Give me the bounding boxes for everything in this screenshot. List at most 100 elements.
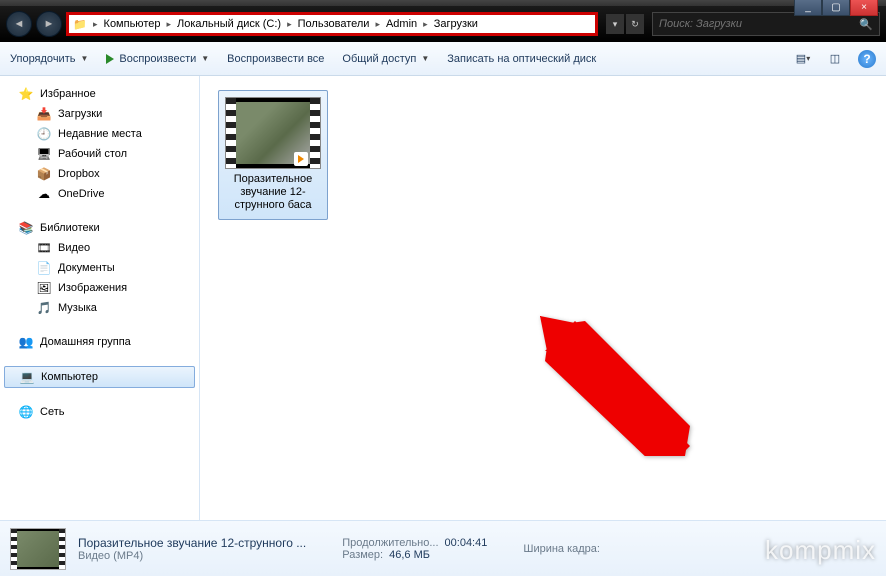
details-pane: Поразительное звучание 12-струнного ... … (0, 520, 886, 576)
play-label: Воспроизвести (119, 53, 196, 65)
sidebar-label: Избранное (40, 88, 96, 100)
sidebar-item-recent[interactable]: 🕘Недавние места (0, 124, 199, 144)
watermark: kompmix (765, 535, 876, 566)
play-icon (106, 54, 114, 64)
sidebar-network-header[interactable]: 🌐 Сеть (0, 402, 199, 422)
video-icon: 🎞 (36, 240, 52, 256)
sidebar-item-label: Изображения (58, 282, 127, 294)
titlebar: _ ▢ × (0, 0, 886, 6)
sidebar-item-label: Dropbox (58, 168, 100, 180)
organize-button[interactable]: Упорядочить ▼ (10, 53, 88, 65)
search-icon: 🔍 (859, 18, 873, 31)
sidebar-item-label: Рабочий стол (58, 148, 127, 160)
forward-button[interactable]: ► (36, 11, 62, 37)
breadcrumb-item[interactable]: Компьютер (102, 18, 163, 30)
sidebar-item-desktop[interactable]: 🖥 Рабочий стол (0, 144, 199, 164)
sidebar-label: Библиотеки (40, 222, 100, 234)
sidebar-item-pictures[interactable]: 🖼 Изображения (0, 278, 199, 298)
chevron-right-icon: ▸ (89, 19, 102, 30)
close-button[interactable]: × (850, 0, 878, 16)
sidebar-item-documents[interactable]: 📄Документы (0, 258, 199, 278)
sidebar-item-label: Загрузки (58, 108, 102, 120)
play-all-label: Воспроизвести все (227, 53, 324, 65)
details-thumbnail (10, 528, 66, 570)
share-button[interactable]: Общий доступ ▼ (342, 53, 429, 65)
details-title: Поразительное звучание 12-струнного ... (78, 536, 306, 550)
preview-pane-button[interactable]: ◫ (826, 50, 844, 68)
details-width-label: Ширина кадра: (523, 543, 600, 555)
sidebar-item-label: OneDrive (58, 188, 104, 200)
chevron-down-icon: ▼ (201, 54, 209, 63)
breadcrumb-item[interactable]: Пользователи (296, 18, 372, 30)
sidebar-item-label: Музыка (58, 302, 97, 314)
homegroup-icon: 👥 (18, 334, 34, 350)
sidebar-label: Компьютер (41, 371, 98, 383)
sidebar-item-label: Недавние места (58, 128, 142, 140)
refresh-button[interactable]: ↻ (626, 14, 644, 34)
sidebar-item-downloads[interactable]: 📥 Загрузки (0, 104, 199, 124)
navigation-bar: ◄ ► 📁 ▸ Компьютер ▸ Локальный диск (C:) … (0, 6, 886, 42)
play-all-button[interactable]: Воспроизвести все (227, 53, 324, 65)
video-thumbnail (225, 97, 321, 169)
back-button[interactable]: ◄ (6, 11, 32, 37)
chevron-down-icon: ▼ (421, 54, 429, 63)
libraries-icon: 📚 (18, 220, 34, 236)
window-controls: _ ▢ × (794, 0, 878, 16)
chevron-down-icon: ▼ (80, 54, 88, 63)
sidebar-item-onedrive[interactable]: ☁ OneDrive (0, 184, 199, 204)
chevron-right-icon: ▸ (162, 19, 175, 30)
onedrive-icon: ☁ (36, 186, 52, 202)
address-actions: ▾ ↻ (606, 14, 644, 34)
downloads-icon: 📥 (36, 106, 52, 122)
breadcrumb-item[interactable]: Admin (384, 18, 419, 30)
sidebar-favorites-header[interactable]: ⭐ Избранное (0, 84, 199, 104)
sidebar-item-music[interactable]: 🎵 Музыка (0, 298, 199, 318)
network-icon: 🌐 (18, 404, 34, 420)
sidebar-item-videos[interactable]: 🎞 Видео (0, 238, 199, 258)
sidebar-computer-header[interactable]: 💻 Компьютер (4, 366, 195, 388)
address-dropdown-button[interactable]: ▾ (606, 14, 624, 34)
sidebar-homegroup-header[interactable]: 👥 Домашняя группа (0, 332, 199, 352)
address-bar[interactable]: 📁 ▸ Компьютер ▸ Локальный диск (C:) ▸ По… (66, 12, 598, 36)
sidebar-label: Домашняя группа (40, 336, 131, 348)
sidebar-libraries-header[interactable]: 📚 Библиотеки (0, 218, 199, 238)
sidebar-item-label: Документы (58, 262, 115, 274)
details-duration: 00:04:41 (445, 537, 488, 549)
play-button[interactable]: Воспроизвести ▼ (106, 53, 209, 65)
main-area: ⭐ Избранное 📥 Загрузки 🕘Недавние места 🖥 Р… (0, 76, 886, 520)
chevron-right-icon: ▸ (371, 19, 384, 30)
minimize-button[interactable]: _ (794, 0, 822, 16)
toolbar: Упорядочить ▼ Воспроизвести ▼ Воспроизве… (0, 42, 886, 76)
details-size: 46,6 МБ (389, 549, 430, 561)
file-item[interactable]: Поразительное звучание 12-струнного баса (218, 90, 328, 220)
organize-label: Упорядочить (10, 53, 75, 65)
breadcrumb-item[interactable]: Локальный диск (C:) (175, 18, 283, 30)
desktop-icon: 🖥 (36, 146, 52, 162)
star-icon: ⭐ (18, 86, 34, 102)
pictures-icon: 🖼 (36, 280, 52, 296)
sidebar-item-dropbox[interactable]: 📦 Dropbox (0, 164, 199, 184)
search-input[interactable] (659, 18, 859, 30)
help-button[interactable]: ? (858, 50, 876, 68)
computer-icon: 💻 (19, 369, 35, 385)
share-label: Общий доступ (342, 53, 416, 65)
details-size-label: Размер: (342, 549, 383, 561)
annotation-arrow (540, 316, 700, 459)
sidebar-item-label: Видео (58, 242, 90, 254)
music-icon: 🎵 (36, 300, 52, 316)
navigation-pane: ⭐ Избранное 📥 Загрузки 🕘Недавние места 🖥 Р… (0, 76, 200, 520)
details-duration-label: Продолжительно... (342, 537, 438, 549)
folder-icon: 📁 (73, 17, 87, 31)
chevron-right-icon: ▸ (283, 19, 296, 30)
file-list[interactable]: Поразительное звучание 12-струнного баса (200, 76, 886, 520)
sidebar-label: Сеть (40, 406, 64, 418)
file-name: Поразительное звучание 12-струнного баса (223, 173, 323, 213)
dropbox-icon: 📦 (36, 166, 52, 182)
maximize-button[interactable]: ▢ (822, 0, 850, 16)
view-options-button[interactable]: ▤▾ (794, 50, 812, 68)
burn-label: Записать на оптический диск (447, 53, 596, 65)
chevron-right-icon: ▸ (419, 19, 432, 30)
play-overlay-icon (294, 152, 308, 166)
breadcrumb-item[interactable]: Загрузки (432, 18, 480, 30)
burn-button[interactable]: Записать на оптический диск (447, 53, 596, 65)
